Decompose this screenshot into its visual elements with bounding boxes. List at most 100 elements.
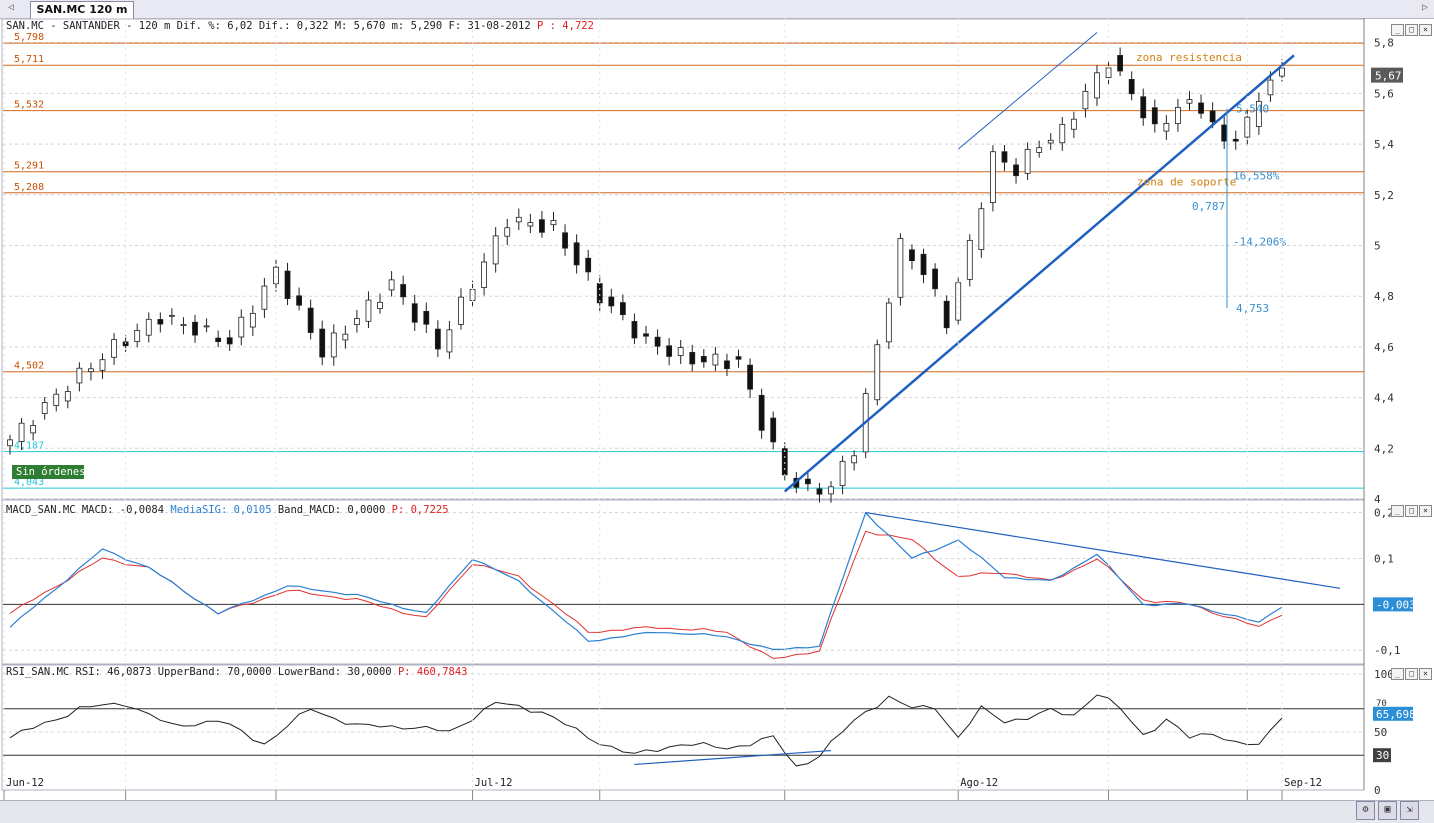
macd-header-sig: MediaSIG: 0,0105 bbox=[170, 504, 277, 516]
candle-body bbox=[1094, 72, 1100, 99]
candle-body bbox=[966, 239, 973, 280]
candle-body bbox=[284, 270, 291, 299]
candle-body bbox=[88, 368, 94, 373]
candle-body bbox=[411, 303, 418, 323]
candle-body bbox=[585, 257, 592, 273]
measure-pct-up-label: 16,558% bbox=[1233, 170, 1280, 183]
candle-body bbox=[307, 307, 314, 333]
candle-body bbox=[1128, 79, 1135, 95]
bottom-scrollbar[interactable] bbox=[0, 800, 1434, 823]
rsi-close-icon[interactable]: × bbox=[1419, 668, 1432, 680]
tab-san-mc[interactable]: SAN.MC 120 m bbox=[30, 1, 134, 19]
price-y-tick: 4,2 bbox=[1374, 442, 1394, 455]
price-maximize-icon[interactable]: □ bbox=[1405, 24, 1418, 36]
candle-body bbox=[1036, 147, 1043, 153]
price-close-icon[interactable]: × bbox=[1419, 24, 1432, 36]
rsi-header-name: RSI_SAN.MC bbox=[6, 666, 76, 678]
candle-body bbox=[192, 321, 198, 336]
candle-body bbox=[296, 295, 302, 306]
candle-body bbox=[515, 216, 522, 223]
measure-pct-down-label: -14,206% bbox=[1233, 235, 1286, 248]
price-y-tick: 5,2 bbox=[1374, 189, 1394, 202]
price-y-tick: 4,4 bbox=[1374, 392, 1394, 405]
export-icon[interactable]: ⇲ bbox=[1400, 801, 1419, 820]
last-price-value: 5,67 bbox=[1375, 70, 1402, 83]
orders-label: Sin órdenes bbox=[16, 466, 86, 478]
price-y-tick: 5,6 bbox=[1374, 87, 1394, 100]
candle-body bbox=[1082, 90, 1089, 110]
candle-body bbox=[145, 318, 152, 336]
macd-header-band: Band_MACD: 0,0000 bbox=[278, 504, 392, 516]
candle-body bbox=[319, 328, 326, 358]
candle-body bbox=[839, 460, 846, 487]
rsi-maximize-icon[interactable]: □ bbox=[1405, 668, 1418, 680]
macd-header-name: MACD_SAN.MC bbox=[6, 504, 82, 516]
candle-body bbox=[1267, 79, 1274, 96]
rsi-header-p: P: 460,7843 bbox=[398, 666, 468, 678]
rsi-y-tick: 50 bbox=[1374, 726, 1387, 739]
candle-body bbox=[481, 261, 488, 288]
tab-scroll-left-icon[interactable]: ◁ bbox=[8, 2, 14, 13]
candle-body bbox=[654, 336, 661, 347]
candle-body bbox=[851, 455, 858, 464]
candle-body bbox=[1117, 55, 1124, 72]
macd-close-icon[interactable]: × bbox=[1419, 505, 1432, 517]
chart-svg: 5,8 5,6 5,4 5,2 5 4,8 4,6 4,4 4,2 4 5,798 5,711 5,53… bbox=[1, 18, 1416, 800]
price-minimize-icon[interactable]: _ bbox=[1391, 24, 1404, 36]
candle-body bbox=[7, 439, 13, 447]
panel-frame bbox=[1, 664, 1365, 791]
save-icon[interactable]: ▣ bbox=[1378, 801, 1397, 820]
candle-body bbox=[41, 402, 48, 415]
month-label: Ago-12 bbox=[960, 777, 998, 789]
candle-body bbox=[539, 219, 545, 233]
candle-body bbox=[608, 296, 615, 307]
candle-body bbox=[1140, 96, 1147, 119]
candle-body bbox=[238, 316, 245, 338]
macd-y-tick: -0,1 bbox=[1374, 644, 1401, 657]
month-label: Jul-12 bbox=[475, 777, 513, 789]
macd-minimize-icon[interactable]: _ bbox=[1391, 505, 1404, 517]
candle-body bbox=[1221, 124, 1228, 142]
candle-body bbox=[1070, 118, 1077, 130]
candle-body bbox=[677, 347, 684, 357]
candle-body bbox=[365, 299, 372, 322]
candle-body bbox=[1175, 106, 1181, 125]
tab-scroll-right-icon[interactable]: ▷ bbox=[1422, 2, 1428, 13]
price-y-tick: 4 bbox=[1374, 493, 1381, 506]
candle-body bbox=[631, 321, 638, 339]
candle-body bbox=[527, 222, 534, 227]
candle-body bbox=[828, 486, 834, 495]
candle-body bbox=[1059, 123, 1066, 144]
candle-body bbox=[1232, 138, 1239, 142]
level-label: 5,208 bbox=[14, 182, 44, 193]
candle-body bbox=[388, 279, 395, 291]
rsi-upper-badge-value: 70 bbox=[1376, 699, 1387, 709]
level-label: 5,532 bbox=[14, 100, 44, 111]
rsi-minimize-icon[interactable]: _ bbox=[1391, 668, 1404, 680]
measure-bottom-label: 4,753 bbox=[1236, 302, 1269, 315]
candle-body bbox=[666, 345, 673, 357]
candle-body bbox=[168, 314, 175, 317]
candle-body bbox=[735, 356, 742, 360]
macd-maximize-icon[interactable]: □ bbox=[1405, 505, 1418, 517]
candle-body bbox=[1024, 148, 1031, 174]
rsi-y-tick: 0 bbox=[1374, 784, 1381, 797]
candle-body bbox=[1013, 164, 1019, 177]
macd-header: MACD_SAN.MC MACD: -0,0084 MediaSIG: 0,01… bbox=[6, 504, 449, 516]
candle-body bbox=[30, 425, 37, 434]
rsi-header-lower: LowerBand: 30,0000 bbox=[278, 666, 398, 678]
candle-body bbox=[434, 328, 441, 350]
candle-body bbox=[446, 329, 453, 353]
candle-body bbox=[770, 417, 777, 443]
settings-icon[interactable]: ⚙ bbox=[1356, 801, 1375, 820]
candle-body bbox=[990, 151, 996, 203]
candle-body bbox=[134, 330, 141, 343]
measure-diff-label: 0,787 bbox=[1192, 200, 1225, 213]
candle-body bbox=[781, 448, 788, 476]
level-label: 4,187 bbox=[14, 441, 44, 452]
candle-body bbox=[943, 300, 950, 329]
price-y-tick: 5,8 bbox=[1374, 37, 1394, 50]
candle-body bbox=[619, 302, 626, 315]
price-y-tick: 5 bbox=[1374, 239, 1381, 252]
candle-body bbox=[330, 332, 337, 358]
